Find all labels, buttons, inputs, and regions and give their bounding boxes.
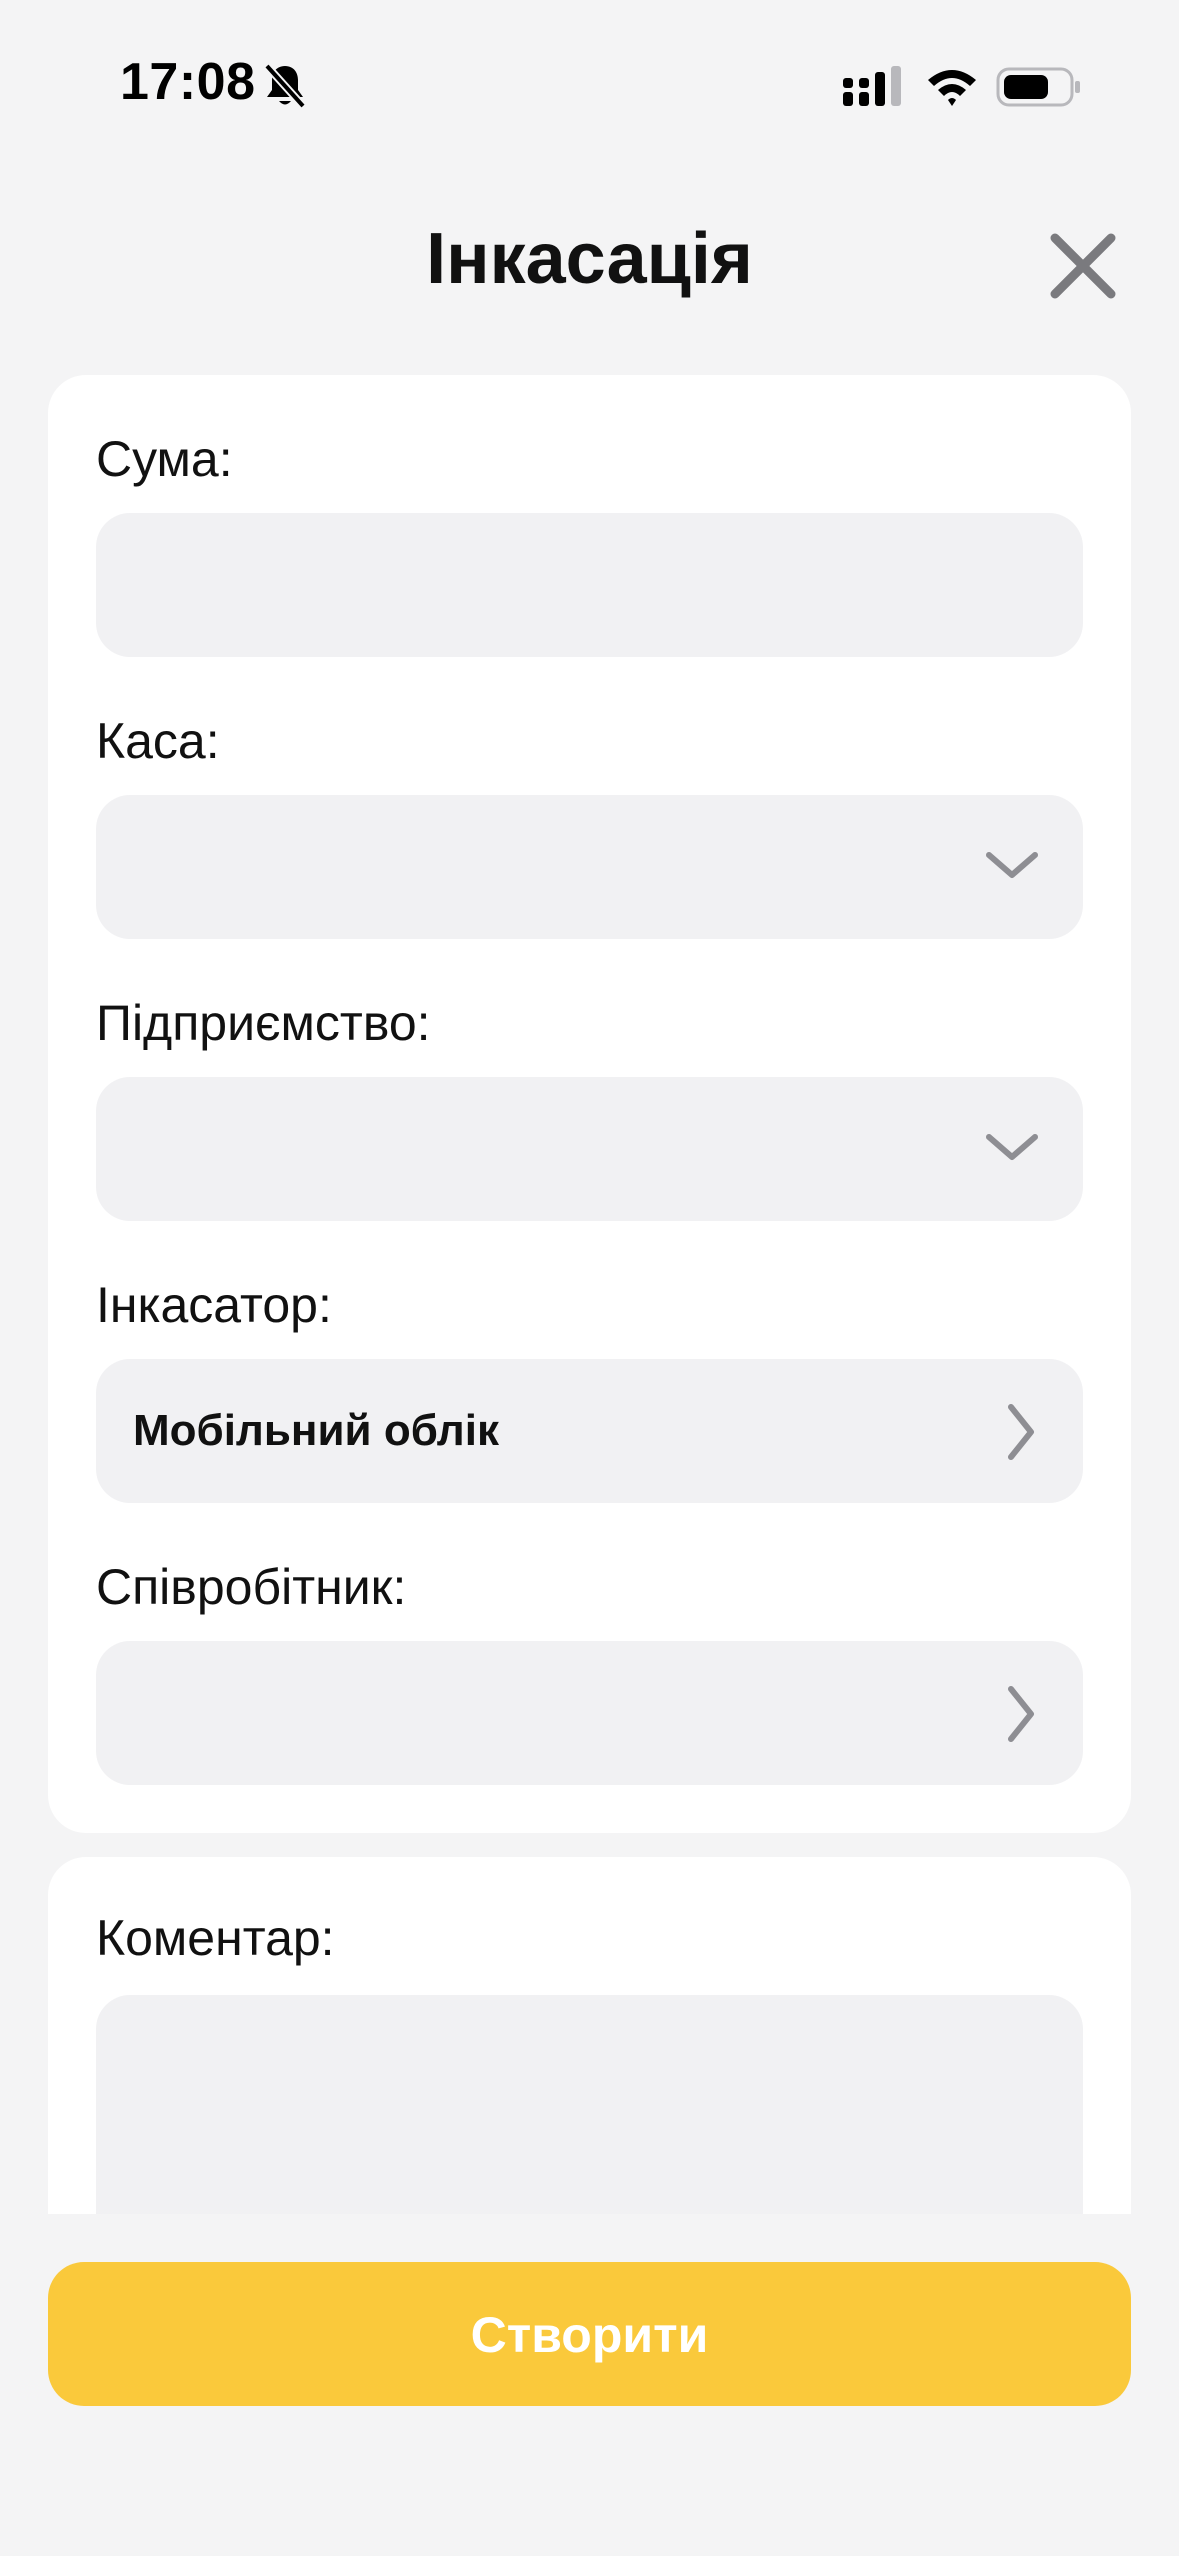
battery-icon	[996, 67, 1080, 107]
employee-picker[interactable]	[96, 1641, 1083, 1785]
close-button[interactable]	[1045, 228, 1121, 304]
cash-register-label: Каса:	[96, 713, 220, 769]
form-card: Сума: Каса: Підприємство: Інкасатор: Моб…	[48, 375, 1131, 1833]
status-time: 17:08	[120, 53, 256, 111]
signal-icon	[843, 66, 901, 106]
amount-label: Сума:	[96, 431, 233, 487]
create-button[interactable]: Створити	[48, 2262, 1131, 2406]
status-bar: 17:08	[0, 0, 1179, 150]
enterprise-label: Підприємство:	[96, 995, 431, 1051]
amount-input[interactable]	[96, 513, 1083, 657]
bell-muted-icon	[264, 63, 306, 109]
chevron-down-icon	[986, 852, 1038, 878]
wifi-icon	[928, 70, 976, 106]
collector-label: Інкасатор:	[96, 1277, 332, 1333]
employee-label: Співробітник:	[96, 1559, 407, 1615]
chevron-right-icon	[1008, 1686, 1034, 1742]
amount-field[interactable]	[96, 513, 1083, 657]
collector-picker[interactable]: Мобільний облік	[96, 1359, 1083, 1503]
page-title: Інкасація	[426, 219, 753, 299]
comment-label: Коментар:	[96, 1910, 335, 1966]
close-icon[interactable]	[1045, 228, 1121, 304]
chevron-down-icon	[986, 1134, 1038, 1160]
cash-register-dropdown[interactable]	[96, 795, 1083, 939]
enterprise-dropdown[interactable]	[96, 1077, 1083, 1221]
bottom-action-bar: Створити	[0, 2214, 1179, 2556]
collector-value: Мобільний облік	[133, 1406, 499, 1455]
chevron-right-icon	[1008, 1404, 1034, 1460]
